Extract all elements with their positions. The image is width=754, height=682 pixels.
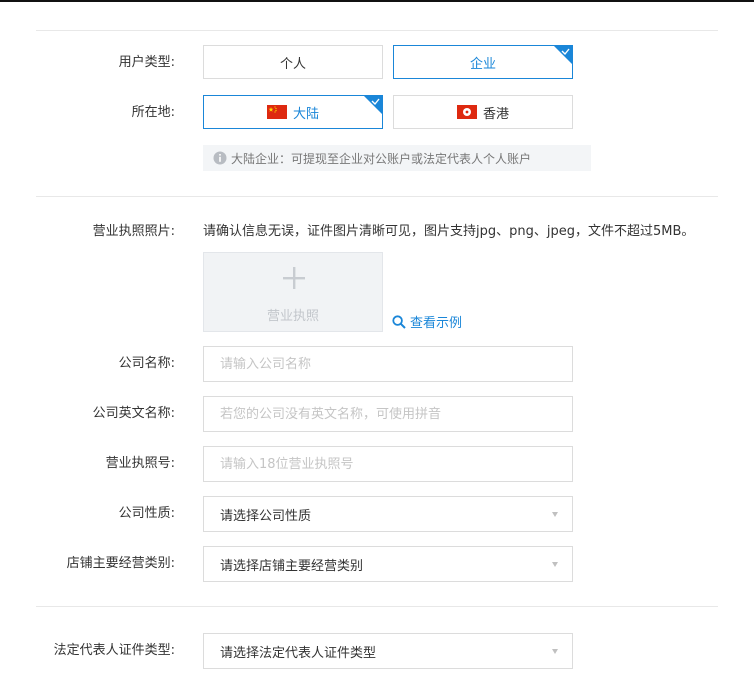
company-nature-select[interactable]: 请选择公司性质: [203, 496, 573, 532]
location-hongkong-button[interactable]: 香港: [393, 95, 573, 129]
company-name-label: 公司名称:: [118, 356, 175, 371]
user-type-enterprise-button[interactable]: 企业: [393, 45, 573, 79]
company-nature-value: 请选择公司性质: [220, 508, 312, 524]
user-type-personal-button[interactable]: 个人: [203, 45, 383, 79]
china-flag-icon: [266, 105, 287, 119]
check-corner-icon: [554, 46, 572, 64]
search-icon: [392, 314, 406, 329]
license-number-input[interactable]: [203, 446, 573, 482]
legal-rep-id-type-value: 请选择法定代表人证件类型: [220, 645, 377, 661]
location-hongkong-text: 香港: [482, 106, 509, 122]
location-label: 所在地:: [131, 105, 175, 120]
license-photo-note: 请确认信息无误，证件图片清晰可见，图片支持jpg、png、jpeg，文件不超过5…: [203, 224, 695, 239]
store-category-label: 店铺主要经营类别:: [66, 556, 175, 571]
store-category-select[interactable]: 请选择店铺主要经营类别: [203, 546, 573, 582]
license-number-label: 营业执照号:: [105, 456, 175, 471]
store-category-value: 请选择店铺主要经营类别: [220, 558, 364, 574]
company-nature-label: 公司性质:: [118, 506, 175, 521]
divider-middle: [36, 196, 718, 197]
user-type-label: 用户类型:: [118, 55, 175, 70]
license-upload-box[interactable]: 营业执照: [203, 252, 383, 332]
divider-bottom: [36, 606, 718, 607]
location-mainland-text: 大陆: [292, 106, 319, 122]
license-upload-text: 营业执照: [266, 309, 319, 324]
user-type-personal-text: 个人: [279, 56, 306, 72]
view-example-link[interactable]: 查看示例: [392, 312, 462, 331]
info-icon: [213, 151, 227, 165]
legal-rep-id-type-label: 法定代表人证件类型:: [53, 643, 175, 658]
hong-kong-flag-icon: [456, 105, 477, 119]
location-hint: 大陆企业：可提现至企业对公账户或法定代表人个人账户: [203, 145, 591, 171]
location-hint-text: 大陆企业：可提现至企业对公账户或法定代表人个人账户: [231, 151, 532, 166]
company-english-name-label: 公司英文名称:: [92, 406, 175, 421]
top-border: [0, 0, 754, 2]
chevron-down-icon: [552, 562, 558, 567]
view-example-text: 查看示例: [410, 316, 463, 331]
license-photo-label: 营业执照照片:: [92, 224, 175, 239]
chevron-down-icon: [552, 649, 558, 654]
location-mainland-button[interactable]: 大陆: [203, 95, 383, 129]
legal-rep-id-type-select[interactable]: 请选择法定代表人证件类型: [203, 633, 573, 669]
user-type-enterprise-text: 企业: [469, 56, 496, 72]
plus-icon: [283, 267, 305, 289]
company-english-name-input[interactable]: [203, 396, 573, 432]
check-corner-icon: [364, 96, 382, 114]
company-name-input[interactable]: [203, 346, 573, 382]
chevron-down-icon: [552, 512, 558, 517]
divider-top: [36, 30, 718, 31]
